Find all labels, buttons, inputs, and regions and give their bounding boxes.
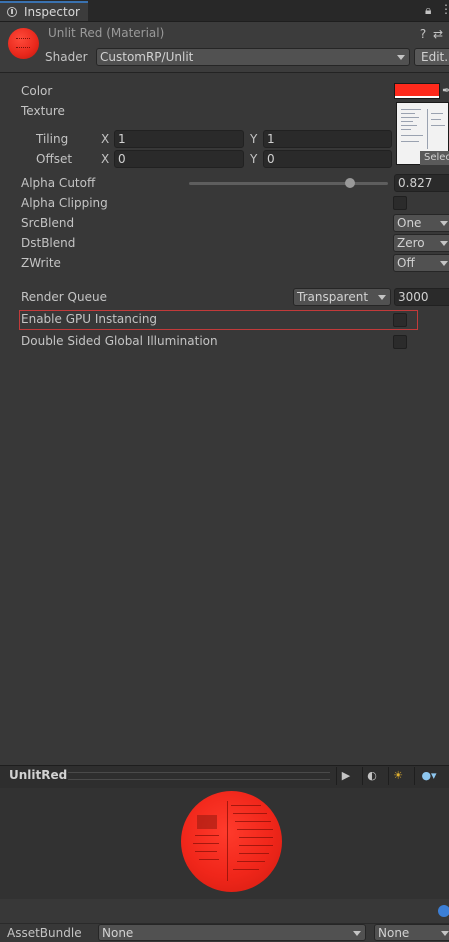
alpha-clipping-checkbox[interactable] xyxy=(393,196,407,210)
chevron-down-icon xyxy=(378,295,386,300)
color-swatch[interactable] xyxy=(394,83,440,99)
render-queue-field[interactable]: 3000 xyxy=(394,288,449,306)
srcblend-label: SrcBlend xyxy=(21,216,75,230)
play-icon[interactable]: ▶ xyxy=(336,767,355,785)
zwrite-dropdown[interactable]: Off xyxy=(393,254,449,272)
material-sphere-icon xyxy=(8,28,39,59)
offset-y-field[interactable]: 0 xyxy=(263,150,392,168)
background-sphere-icon[interactable]: ●▾ xyxy=(414,767,443,785)
tab-inspector-label: Inspector xyxy=(24,5,80,19)
tiling-label: Tiling xyxy=(36,132,69,146)
preview-drag-handle[interactable] xyxy=(68,772,330,780)
zwrite-value: Off xyxy=(397,256,415,270)
chevron-down-icon xyxy=(353,931,361,936)
shader-label: Shader xyxy=(45,50,88,64)
chevron-down-icon xyxy=(440,221,448,226)
render-queue-label: Render Queue xyxy=(21,290,107,304)
offset-x-field[interactable]: 0 xyxy=(114,150,244,168)
alpha-cutoff-slider-thumb[interactable] xyxy=(345,178,355,188)
srcblend-value: One xyxy=(397,216,422,230)
settings-sliders-icon[interactable]: ⇄ xyxy=(431,27,445,41)
material-title: Unlit Red (Material) xyxy=(48,26,165,40)
texture-select-button[interactable]: Select xyxy=(420,151,449,165)
color-label: Color xyxy=(21,84,53,98)
preview-title: UnlitRed xyxy=(9,768,68,782)
tiling-y-field[interactable]: 1 xyxy=(263,130,392,148)
shader-dropdown[interactable]: CustomRP/Unlit xyxy=(96,48,410,66)
alpha-cutoff-field[interactable]: 0.827 xyxy=(394,174,449,192)
offset-x-label: X xyxy=(101,152,110,166)
kebab-menu-icon[interactable]: ⋮ xyxy=(440,2,449,16)
dstblend-value: Zero xyxy=(397,236,425,250)
gpu-instancing-checkbox[interactable] xyxy=(393,313,407,327)
alpha-cutoff-slider[interactable] xyxy=(189,182,388,185)
assetbundle-value: None xyxy=(102,926,134,940)
render-queue-mode: Transparent xyxy=(297,290,369,304)
srcblend-dropdown[interactable]: One xyxy=(393,214,449,232)
offset-y-label: Y xyxy=(250,152,258,166)
assetbundle-dropdown[interactable]: None xyxy=(98,924,366,941)
double-sided-gi-label: Double Sided Global Illumination xyxy=(21,334,218,348)
eyedropper-icon[interactable]: ✒ xyxy=(442,84,449,97)
zwrite-label: ZWrite xyxy=(21,256,61,270)
edit-shader-button[interactable]: Edit... xyxy=(414,48,449,66)
tiling-x-field[interactable]: 1 xyxy=(114,130,244,148)
chevron-down-icon xyxy=(440,261,448,266)
chevron-down-icon xyxy=(441,931,449,936)
assetbundle-variant-dropdown[interactable]: None xyxy=(374,924,449,941)
preview-sphere xyxy=(181,791,282,892)
info-bubble-icon[interactable] xyxy=(438,905,449,917)
lock-icon[interactable]: 🔒︎ xyxy=(425,3,431,18)
sphere-mesh-icon[interactable]: ◐ xyxy=(362,767,381,785)
shader-value: CustomRP/Unlit xyxy=(100,50,194,64)
alpha-cutoff-label: Alpha Cutoff xyxy=(21,176,96,190)
info-icon xyxy=(7,7,17,17)
dstblend-label: DstBlend xyxy=(21,236,76,250)
tiling-y-label: Y xyxy=(250,132,258,146)
help-icon[interactable]: ? xyxy=(416,27,430,41)
alpha-clipping-label: Alpha Clipping xyxy=(21,196,108,210)
assetbundle-variant-value: None xyxy=(378,926,410,940)
assetbundle-label: AssetBundle xyxy=(7,926,82,940)
gpu-instancing-label: Enable GPU Instancing xyxy=(21,312,158,326)
offset-label: Offset xyxy=(36,152,73,166)
render-queue-dropdown[interactable]: Transparent xyxy=(293,288,391,306)
dstblend-dropdown[interactable]: Zero xyxy=(393,234,449,252)
double-sided-gi-checkbox[interactable] xyxy=(393,335,407,349)
tiling-x-label: X xyxy=(101,132,110,146)
chevron-down-icon xyxy=(397,55,405,60)
tab-inspector[interactable]: Inspector xyxy=(0,1,88,21)
light-toggle-icon[interactable]: ☀ xyxy=(388,767,407,785)
chevron-down-icon xyxy=(440,241,448,246)
texture-label: Texture xyxy=(21,104,65,118)
